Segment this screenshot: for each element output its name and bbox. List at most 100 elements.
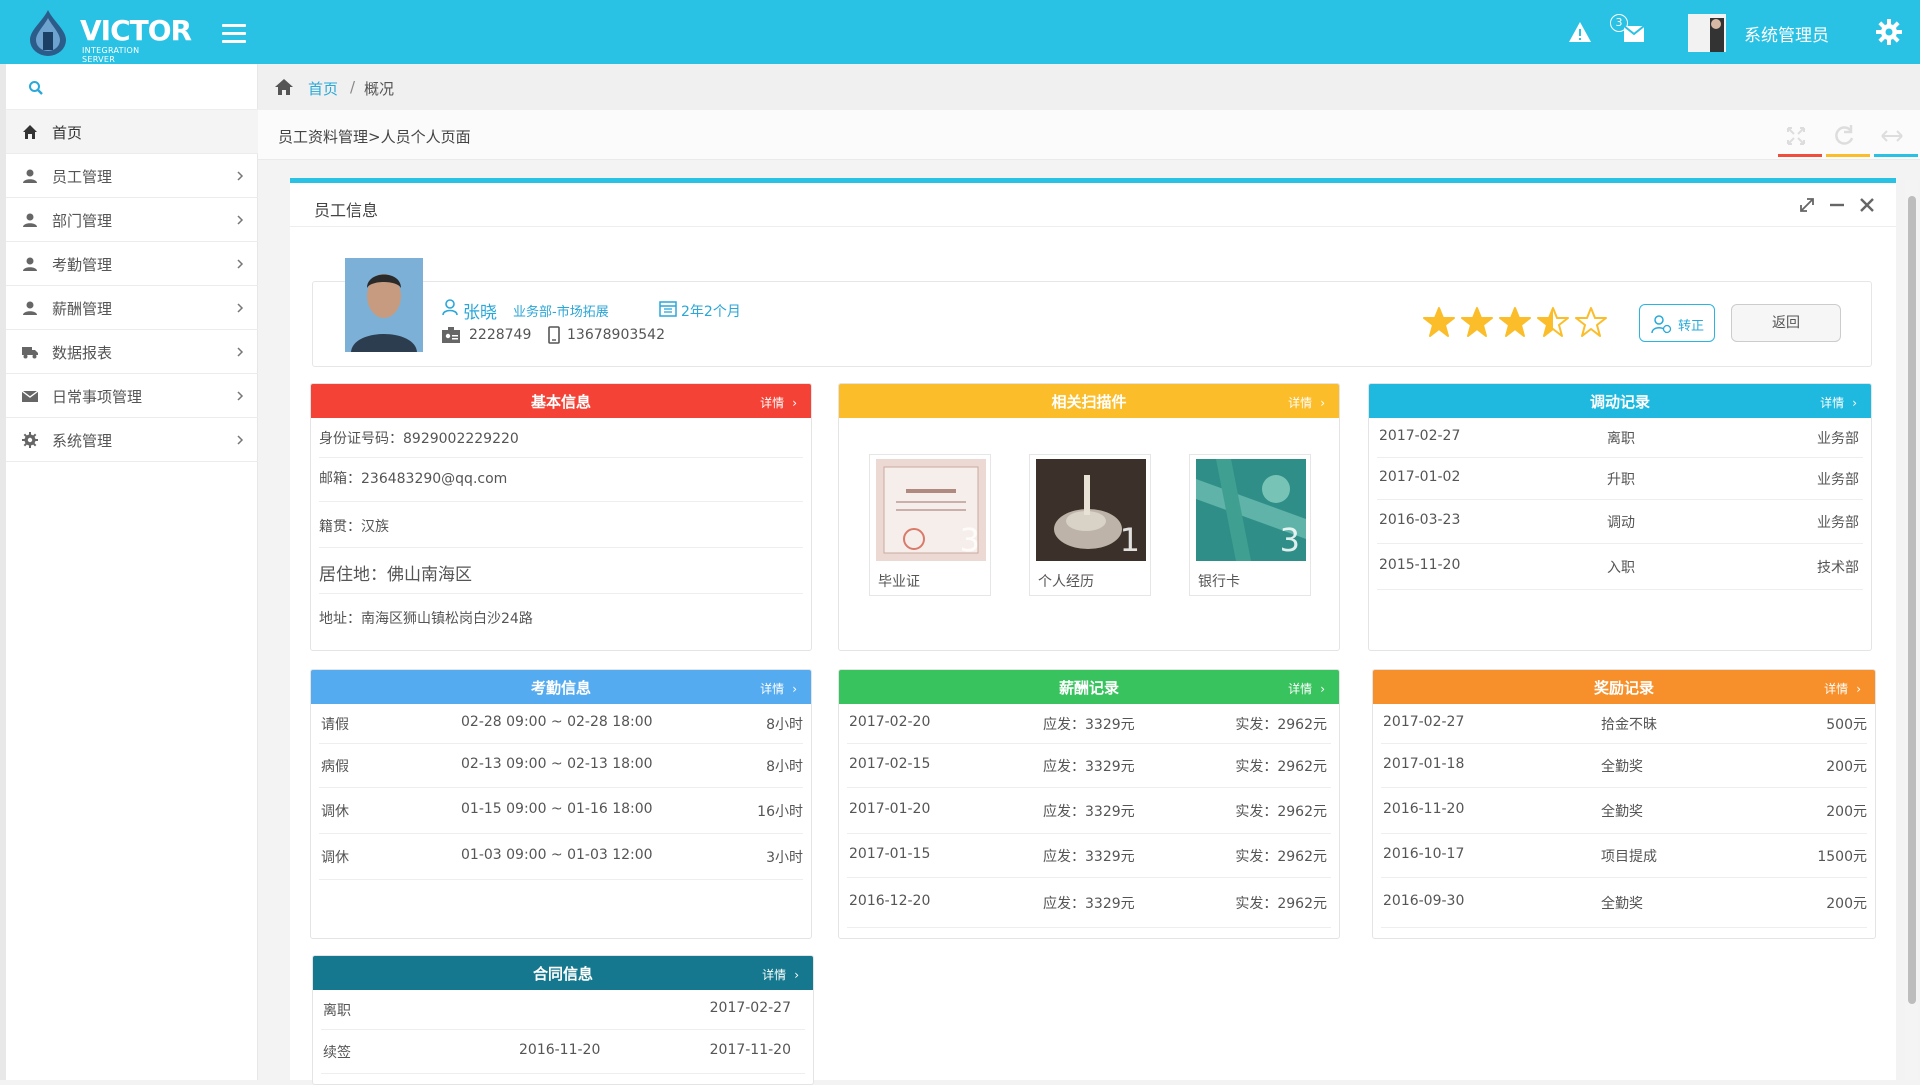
details-link[interactable]: 详情 › [1824, 680, 1861, 697]
leave-range: 01-03 09:00 ~ 01-03 12:00 [461, 847, 653, 863]
scan-count: 1 [1119, 521, 1140, 559]
logo-subtitle: INTEGRATION SERVER [82, 46, 140, 64]
scrollbar-thumb[interactable] [1908, 196, 1916, 1004]
brand-logo[interactable]: VICTOR INTEGRATION SERVER [24, 6, 192, 64]
contract-end: 2017-02-27 [709, 1000, 791, 1016]
details-label: 详情 [1288, 682, 1313, 696]
chevron-right-icon: › [792, 396, 797, 410]
back-button[interactable]: 返回 [1731, 304, 1841, 342]
leave-hours: 8小时 [766, 717, 803, 733]
details-link[interactable]: 详情 › [1288, 680, 1325, 697]
scan-thumbnail[interactable]: 3 毕业证 [869, 454, 991, 596]
rating-stars[interactable] [1423, 306, 1613, 340]
leave-type: 病假 [321, 759, 349, 775]
card-header: 调动记录 详情 › [1369, 384, 1871, 418]
salary-records-card: 薪酬记录 详情 › 2017-02-20 应发：3329元 实发：2962元 2017-… [838, 669, 1340, 939]
details-link[interactable]: 详情 › [762, 966, 799, 983]
messages-icon[interactable]: 3 [1610, 14, 1646, 46]
maximize-icon[interactable] [1798, 196, 1816, 214]
contract-end: 2017-11-20 [709, 1042, 791, 1058]
details-link[interactable]: 详情 › [1820, 394, 1857, 411]
details-link[interactable]: 详情 › [760, 680, 797, 697]
logo-text: VICTOR [80, 14, 192, 47]
breadcrumb-current: 概况 [364, 80, 395, 98]
scan-thumbnail[interactable]: 1 个人经历 [1029, 454, 1151, 596]
employee-tenure: 2年2个月 [681, 304, 741, 320]
sidebar-item-label: 首页 [52, 124, 83, 142]
card-title: 合同信息 [532, 965, 593, 983]
residence: 居住地：佛山南海区 [319, 565, 472, 585]
card-title: 相关扫描件 [1051, 393, 1127, 411]
sidebar-item-daily-affairs[interactable]: 日常事项管理 [6, 374, 258, 418]
scan-caption: 个人经历 [1038, 574, 1094, 590]
star-filled-icon[interactable] [1423, 306, 1455, 338]
minimize-icon[interactable] [1828, 196, 1846, 214]
refresh-icon[interactable] [1830, 122, 1858, 150]
home-icon[interactable] [274, 78, 294, 96]
employee-info-panel: 员工信息 张晓 业务部-市场拓展 2年2个月 2228749 136789035… [290, 178, 1896, 1085]
table-row: 请假 02-28 09:00 ~ 02-28 18:00 8小时 [319, 704, 803, 744]
sidebar-item-home[interactable]: 首页 [6, 110, 258, 154]
settings-gear-icon[interactable] [1876, 19, 1902, 45]
table-row: 2016-03-23 调动 业务部 [1377, 500, 1863, 544]
table-row: 2016-12-20 应发：3329元 实发：2962元 [847, 878, 1331, 928]
close-icon[interactable] [1858, 196, 1876, 214]
table-row: 2016-11-20 全勤奖 200元 [1381, 788, 1867, 834]
sidebar-item-salary[interactable]: 薪酬管理 [6, 286, 258, 330]
sidebar-search[interactable] [6, 64, 258, 110]
search-icon[interactable] [28, 80, 44, 96]
expand-horizontal-icon[interactable] [1878, 122, 1906, 150]
sidebar-item-employees[interactable]: 员工管理 [6, 154, 258, 198]
reward-amount: 1500元 [1817, 849, 1867, 865]
star-filled-icon[interactable] [1461, 306, 1493, 338]
card-title: 基本信息 [530, 393, 591, 411]
salary-gross: 应发：3329元 [1043, 804, 1135, 820]
address: 地址：南海区狮山镇松岗白沙24路 [319, 611, 533, 627]
chevron-right-icon [237, 303, 244, 313]
mobile-phone-icon [548, 326, 560, 344]
salary-date: 2017-02-15 [849, 756, 931, 772]
sidebar-item-attendance[interactable]: 考勤管理 [6, 242, 258, 286]
reward-date: 2016-09-30 [1383, 893, 1465, 909]
table-row: 2017-01-02 升职 业务部 [1377, 458, 1863, 500]
chevron-right-icon [237, 391, 244, 401]
sidebar-item-system[interactable]: 系统管理 [6, 418, 258, 462]
chevron-right-icon: › [794, 968, 799, 982]
employee-department: 业务部-市场拓展 [513, 305, 609, 320]
card-header: 奖励记录 详情 › [1373, 670, 1875, 704]
home-icon [23, 125, 37, 139]
card-title: 调动记录 [1589, 393, 1650, 411]
id-number: 身份证号码：8929002229220 [319, 431, 519, 447]
breadcrumb-home-link[interactable]: 首页 [308, 78, 338, 99]
star-half-icon[interactable] [1537, 306, 1569, 338]
chevron-right-icon: › [1856, 682, 1861, 696]
warning-icon[interactable] [1568, 20, 1592, 44]
leave-hours: 8小时 [766, 759, 803, 775]
user-avatar[interactable] [1688, 14, 1726, 52]
card-header: 合同信息 详情 › [313, 956, 813, 990]
details-label: 详情 [760, 396, 785, 410]
sidebar-item-reports[interactable]: 数据报表 [6, 330, 258, 374]
sidebar-item-departments[interactable]: 部门管理 [6, 198, 258, 242]
fullscreen-icon[interactable] [1782, 122, 1810, 150]
chevron-right-icon [237, 259, 244, 269]
sidebar-item-label: 员工管理 [52, 168, 113, 186]
salary-net: 实发：2962元 [1235, 717, 1327, 733]
details-link[interactable]: 详情 › [760, 394, 797, 411]
record-type: 升职 [1607, 472, 1635, 488]
transfer-button[interactable]: 转正 [1639, 304, 1715, 342]
list-item: 邮箱：236483290@qq.com [319, 458, 803, 502]
calendar-icon [659, 301, 677, 317]
user-icon [23, 301, 37, 315]
record-date: 2015-11-20 [1379, 557, 1461, 573]
scan-thumbnail[interactable]: 3 银行卡 [1189, 454, 1311, 596]
contract-start: 2016-11-20 [519, 1042, 601, 1058]
details-link[interactable]: 详情 › [1288, 394, 1325, 411]
user-name[interactable]: 系统管理员 [1744, 21, 1829, 46]
star-filled-icon[interactable] [1499, 306, 1531, 338]
reward-date: 2017-01-18 [1383, 756, 1465, 772]
star-empty-icon[interactable] [1575, 306, 1607, 338]
table-row: 2015-11-20 入职 技术部 [1377, 544, 1863, 590]
menu-toggle-icon[interactable] [222, 24, 246, 44]
contract-card: 合同信息 详情 › 离职 2017-02-27 续签 2016-11-20 2017-11… [312, 955, 814, 1085]
